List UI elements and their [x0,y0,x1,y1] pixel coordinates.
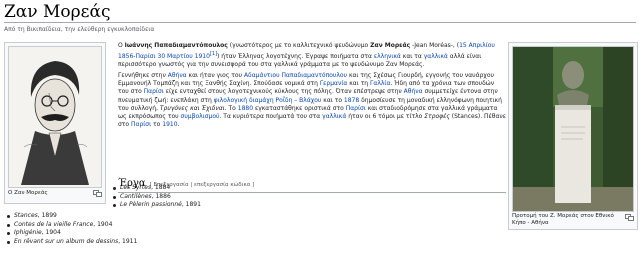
title-divider [4,22,636,23]
page-title: Ζαν Μορεάς [4,2,111,22]
biography-paragraph: Γεννήθηκε στην Αθήνα και ήταν γιος του Α… [118,72,506,128]
father-link[interactable]: Αδαμάντιου Παπαδιαμαντόπουλου [244,72,347,79]
greek-language-link[interactable]: ελληνικά [374,53,401,60]
athens-link[interactable]: Αθήνα [404,88,423,95]
list-item: Les Syrtes, 1884 [112,184,201,193]
list-item: Iphigénie, 1904 [6,229,137,238]
portrait-image[interactable] [8,46,102,188]
paris-link[interactable]: Παρίσι [346,105,366,112]
list-item: Cantilènes, 1886 [112,193,201,202]
stances-title: Στροφές [424,112,450,120]
year-1878-link[interactable]: 1878 [344,97,359,104]
literary-dispute-link[interactable]: φιλολογική διαμάχη Ροΐδη – Βλάχου [214,97,322,104]
french-language-link[interactable]: γαλλικά [424,53,448,60]
list-item: Stances, 1899 [6,212,137,221]
portrait-caption: Ο Ζαν Μορεάς [8,190,48,196]
page-tagline: Από τη Βικιπαίδεια, την ελεύθερη εγκυκλο… [4,26,155,33]
works-list-continued: Stances, 1899 Contes de la vieille Franc… [6,212,137,246]
symbolism-link[interactable]: συμβολισμού [181,113,220,120]
enlarge-icon[interactable] [625,214,634,221]
intro-paragraph: Ο Ιωάννης Παπαδιαμαντόπουλος (γνωστότερο… [118,42,495,69]
french-language-link[interactable]: γαλλικά [322,113,346,120]
bust-thumbnail: Προτομή του Ζ. Μορεάς στον Εθνικό Κήπο -… [508,42,638,230]
list-item: Le Pèlerin passionné, 1891 [112,201,201,210]
bust-image[interactable] [512,46,634,212]
france-link[interactable]: Γαλλία [370,80,390,87]
year-1880-link[interactable]: 1880 [238,105,253,112]
list-item: Contes de la vieille France, 1904 [6,221,137,230]
bust-caption: Προτομή του Ζ. Μορεάς στον Εθνικό Κήπο -… [512,213,614,226]
paris-link[interactable]: Παρίσι [144,88,164,95]
year-1910-link[interactable]: 1910 [162,121,177,128]
germany-link[interactable]: Γερμανία [320,80,348,87]
subject-name: Ιωάννης Παπαδιαμαντόπουλος [124,42,228,49]
article-body: Ο Ιωάννης Παπαδιαμαντόπουλος (γνωστότερο… [118,42,506,132]
reference-link[interactable]: [1] [210,51,217,57]
collection-title: Τρυγόνες και Έχιδναι [159,104,225,112]
list-item: En rêvant sur un album de dessins, 1911 [6,238,137,247]
pseudonym: Ζαν Μορεάς [370,42,411,49]
works-list: Les Syrtes, 1884 Cantilènes, 1886 Le Pèl… [112,184,201,210]
paris-link[interactable]: Παρίσι [131,121,151,128]
death-date-link[interactable]: Παρίσι 30 Μαρτίου 1910 [135,53,210,60]
athens-link[interactable]: Αθήνα [168,72,187,79]
portrait-thumbnail: Ο Ζαν Μορεάς [4,42,106,204]
enlarge-icon[interactable] [93,190,102,197]
